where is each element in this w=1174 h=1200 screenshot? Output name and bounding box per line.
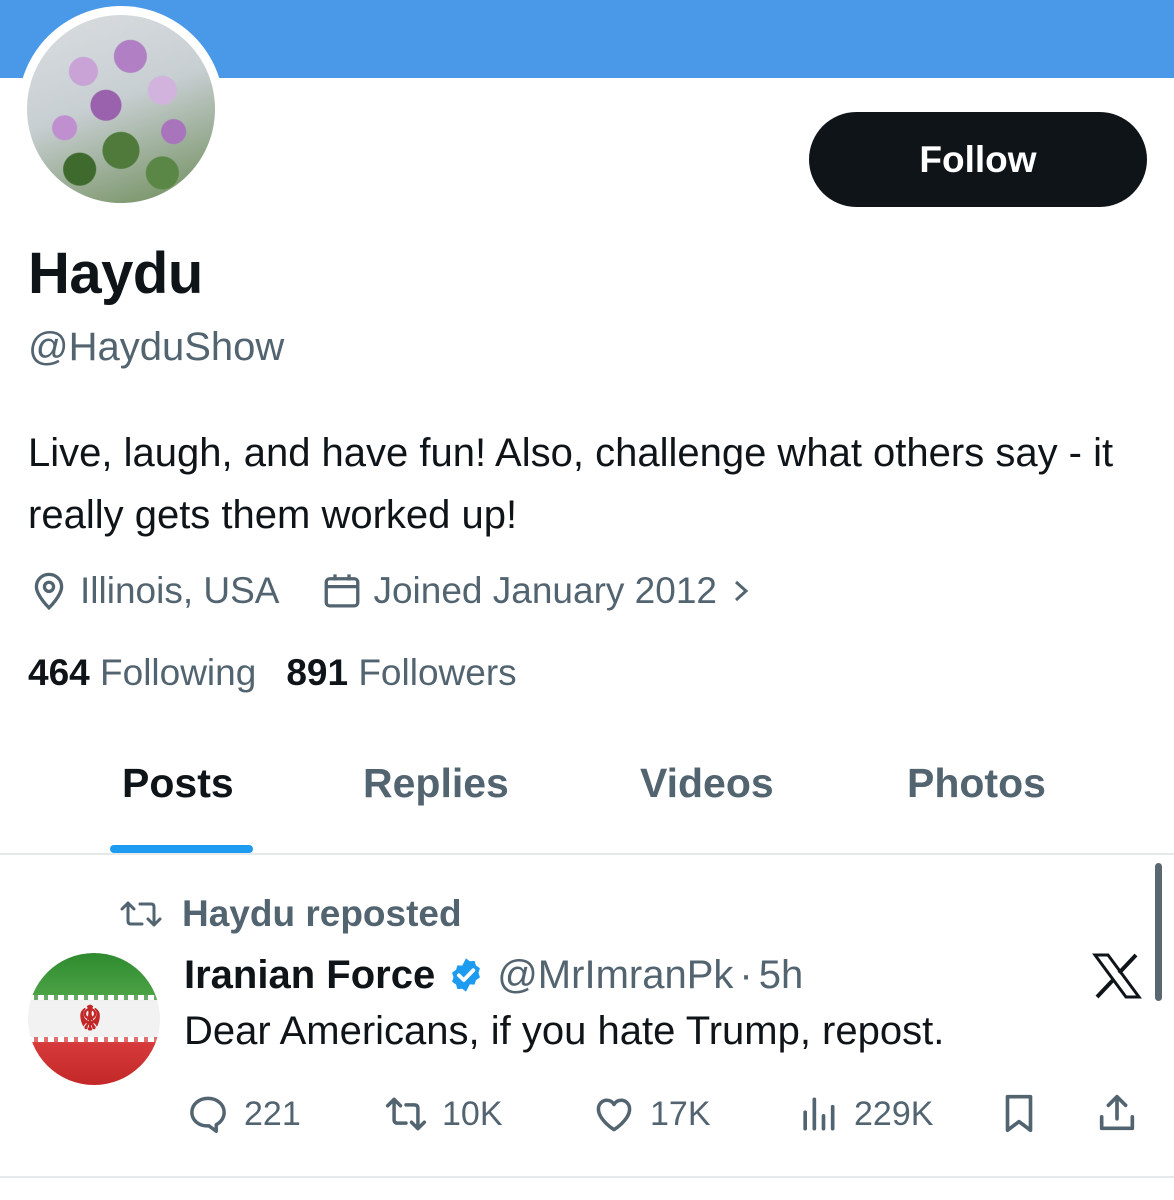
chevron-right-icon[interactable] — [731, 576, 753, 606]
views-button[interactable]: 229K — [796, 1090, 933, 1138]
post-header: Iranian Force @MrImranPk · 5h — [184, 950, 803, 1000]
profile-handle: @HayduShow — [28, 325, 285, 369]
profile-joined-date[interactable]: Joined January 2012 — [373, 570, 717, 612]
tabs-divider — [0, 853, 1174, 855]
reply-icon — [190, 1096, 226, 1133]
bookmark-icon[interactable] — [996, 1090, 1042, 1136]
tab-replies[interactable]: Replies — [363, 760, 509, 807]
following-count: 464 — [28, 652, 90, 693]
separator-dot: · — [739, 952, 753, 997]
repost-icon — [385, 1097, 427, 1131]
repost-icon — [120, 901, 162, 927]
verified-badge-icon[interactable] — [447, 956, 485, 994]
active-tab-indicator — [110, 845, 253, 853]
post-time[interactable]: 5h — [759, 953, 804, 998]
post-text: Dear Americans, if you hate Trump, repos… — [184, 1009, 945, 1053]
tab-videos[interactable]: Videos — [640, 760, 774, 807]
post-actions: 221 10K 17K 229K — [184, 1090, 1144, 1138]
repost-label: Haydu reposted — [182, 893, 462, 934]
post-author-name[interactable]: Iranian Force — [184, 953, 435, 998]
calendar-icon — [325, 574, 360, 608]
like-count: 17K — [650, 1094, 711, 1133]
reply-button[interactable]: 221 — [186, 1090, 301, 1138]
x-logo-icon — [1092, 953, 1142, 999]
heart-icon — [596, 1098, 632, 1132]
profile-meta: Illinois, USA Joined January 2012 — [28, 568, 753, 614]
post-author-handle[interactable]: @MrImranPk — [497, 953, 733, 998]
follow-stats: 464 Following 891 Followers — [28, 652, 517, 694]
following-label: Following — [100, 652, 257, 693]
post-divider — [0, 1176, 1174, 1178]
tab-photos[interactable]: Photos — [907, 760, 1046, 807]
profile-avatar[interactable] — [18, 6, 224, 212]
avatar-photo — [27, 15, 215, 203]
repost-button[interactable]: 10K — [384, 1090, 503, 1138]
share-icon[interactable] — [1094, 1090, 1140, 1136]
follow-button[interactable]: Follow — [809, 112, 1147, 207]
scrollbar[interactable] — [1155, 863, 1162, 1001]
like-button[interactable]: 17K — [592, 1090, 711, 1138]
profile-display-name: Haydu — [28, 241, 203, 306]
reply-count: 221 — [244, 1094, 301, 1133]
location-pin-icon — [34, 572, 64, 611]
iran-emblem-icon: ☬ — [78, 1000, 103, 1038]
post-author-avatar[interactable]: ☬ — [28, 953, 160, 1085]
tab-posts[interactable]: Posts — [122, 760, 234, 807]
profile-tabs: Posts Replies Videos Photos — [0, 760, 1174, 854]
followers-count: 891 — [286, 652, 349, 693]
views-count: 229K — [854, 1094, 934, 1133]
profile-bio: Live, laugh, and have fun! Also, challen… — [28, 431, 1114, 537]
profile-location: Illinois, USA — [80, 570, 280, 611]
repost-indicator[interactable]: Haydu reposted — [118, 892, 462, 936]
repost-count: 10K — [442, 1094, 503, 1133]
following-link[interactable]: 464 Following — [28, 652, 256, 694]
analytics-icon — [803, 1097, 835, 1131]
followers-link[interactable]: 891 Followers — [286, 652, 516, 694]
followers-label: Followers — [358, 652, 517, 693]
